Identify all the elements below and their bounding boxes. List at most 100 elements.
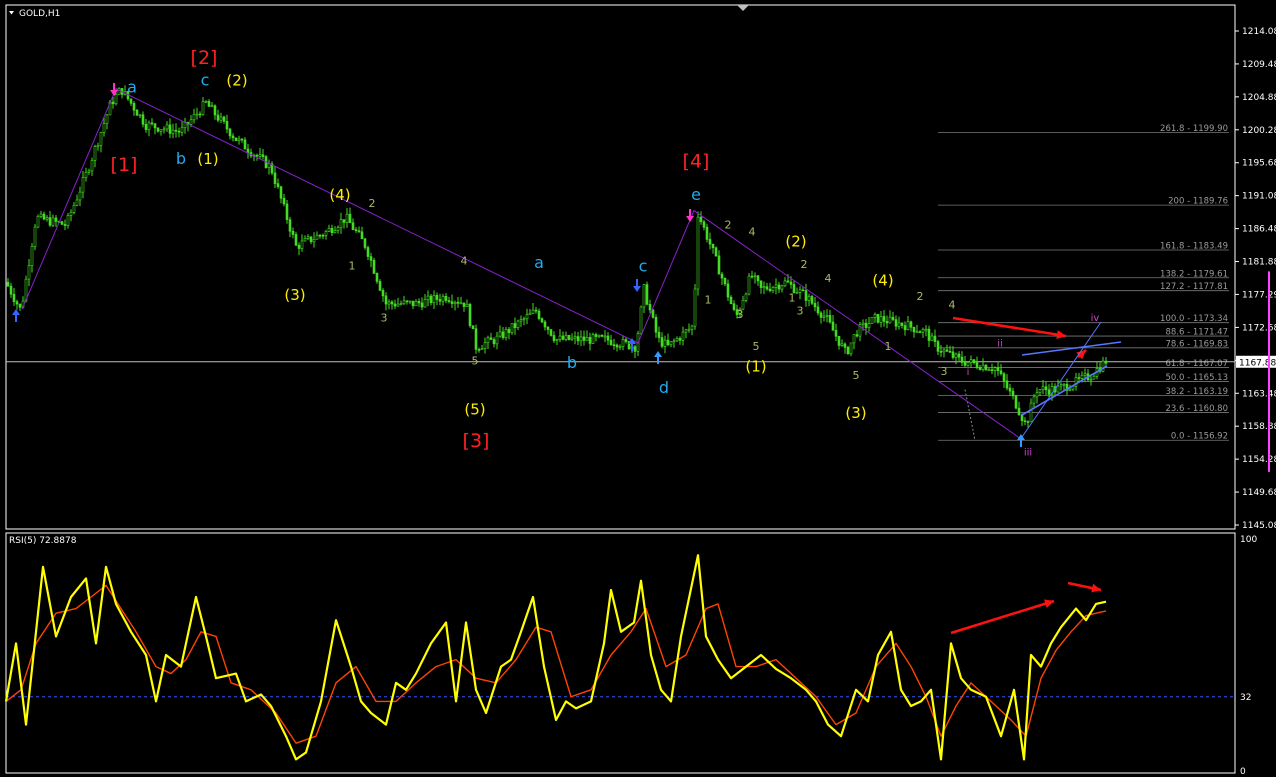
candle-body (66, 215, 70, 226)
candle-body (663, 339, 667, 347)
candle-body (282, 197, 286, 205)
wave-label: ii (997, 339, 1003, 350)
candle-body (525, 314, 529, 320)
candle-body (261, 154, 265, 157)
candle-body (870, 317, 874, 324)
wave-label: 4 (949, 299, 956, 312)
fib-level-label: 161.8 - 1183.49 (1160, 242, 1228, 252)
candle-body (411, 300, 415, 307)
candle-body (780, 285, 784, 290)
candle-body (48, 217, 52, 226)
candle-body (828, 315, 832, 323)
fib-level-label: 23.6 - 1160.80 (1165, 404, 1228, 414)
candle-body (216, 114, 220, 121)
candle-body (537, 310, 541, 319)
candle-body (717, 255, 721, 275)
candle-body (621, 339, 625, 347)
candle-body (129, 98, 133, 104)
candle-body (1083, 373, 1087, 376)
candle-body (762, 286, 766, 288)
candle-body (468, 303, 472, 326)
candle-body (915, 331, 919, 333)
candle-body (489, 337, 493, 340)
rsi-tick-label: 32 (1240, 693, 1251, 703)
candle-body (681, 331, 685, 341)
candle-body (297, 244, 301, 249)
candle-body (987, 369, 991, 372)
candle-body (354, 229, 358, 232)
price-tick-label: 1149.68 (1242, 488, 1276, 498)
candle-body (432, 294, 436, 304)
candle-body (546, 326, 550, 330)
candle-body (594, 334, 598, 337)
candle-body (879, 316, 883, 323)
candle-body (417, 301, 421, 304)
candle-body (339, 219, 343, 228)
candle-body (753, 275, 757, 278)
rsi-tick-label: 100 (1240, 535, 1257, 545)
candle-body (291, 230, 295, 235)
candle-body (6, 281, 10, 287)
wave-label: d (659, 378, 669, 397)
candle-body (462, 302, 466, 307)
price-tick-label: 1209.48 (1242, 60, 1276, 70)
candle-body (366, 247, 370, 257)
candle-body (567, 335, 571, 340)
candle-body (813, 303, 817, 308)
candle-body (135, 109, 139, 116)
candle-body (426, 295, 430, 300)
candle-body (522, 318, 526, 321)
candle-body (708, 239, 712, 245)
candle-body (453, 301, 457, 304)
fib-level-label: 0.0 - 1156.92 (1171, 432, 1228, 442)
candle-body (444, 295, 448, 301)
candle-body (1089, 378, 1093, 381)
candle-body (795, 292, 799, 294)
candle-body (408, 300, 412, 303)
candle-body (612, 344, 616, 346)
candle-body (1026, 421, 1030, 423)
wave-label: 5 (472, 354, 479, 367)
candle-body (855, 334, 859, 337)
candle-body (225, 121, 229, 130)
candle-body (456, 301, 460, 304)
candle-body (684, 329, 688, 333)
candle-body (918, 331, 922, 333)
candle-body (552, 335, 556, 341)
candle-body (579, 336, 583, 342)
candle-body (948, 350, 952, 353)
fib-level-label: 261.8 - 1199.90 (1160, 124, 1228, 134)
candle-body (72, 205, 76, 213)
candle-body (141, 114, 145, 125)
gold-h1-chart[interactable]: 261.8 - 1199.90 200 - 1189.76 161.8 - 1183… (0, 0, 1276, 777)
candle-body (504, 328, 508, 338)
candle-body (132, 102, 136, 111)
candle-body (1068, 388, 1072, 391)
candle-body (276, 183, 280, 188)
candle-body (576, 336, 580, 342)
candle-body (981, 364, 985, 370)
candle-body (1038, 389, 1042, 393)
price-tick-label: 1154.28 (1242, 455, 1276, 465)
candle-body (495, 335, 499, 345)
candle-body (837, 335, 841, 346)
candle-body (372, 260, 376, 274)
candle-body (363, 238, 367, 248)
candle-body (390, 301, 394, 305)
fib-level-label: 127.2 - 1177.81 (1160, 282, 1228, 292)
wave-label: (4) (872, 272, 893, 290)
candle-body (897, 322, 901, 327)
candle-body (399, 303, 403, 305)
candle-body (159, 129, 163, 132)
candle-body (951, 351, 955, 358)
candle-body (984, 364, 988, 371)
wave-label: 3 (381, 312, 388, 325)
candle-body (312, 238, 316, 243)
candle-body (669, 341, 673, 346)
wave-label: b (567, 353, 577, 372)
wave-label: 1 (705, 294, 712, 307)
candle-body (651, 309, 655, 318)
candle-body (381, 290, 385, 297)
candle-body (927, 328, 931, 341)
candle-body (1056, 385, 1060, 393)
